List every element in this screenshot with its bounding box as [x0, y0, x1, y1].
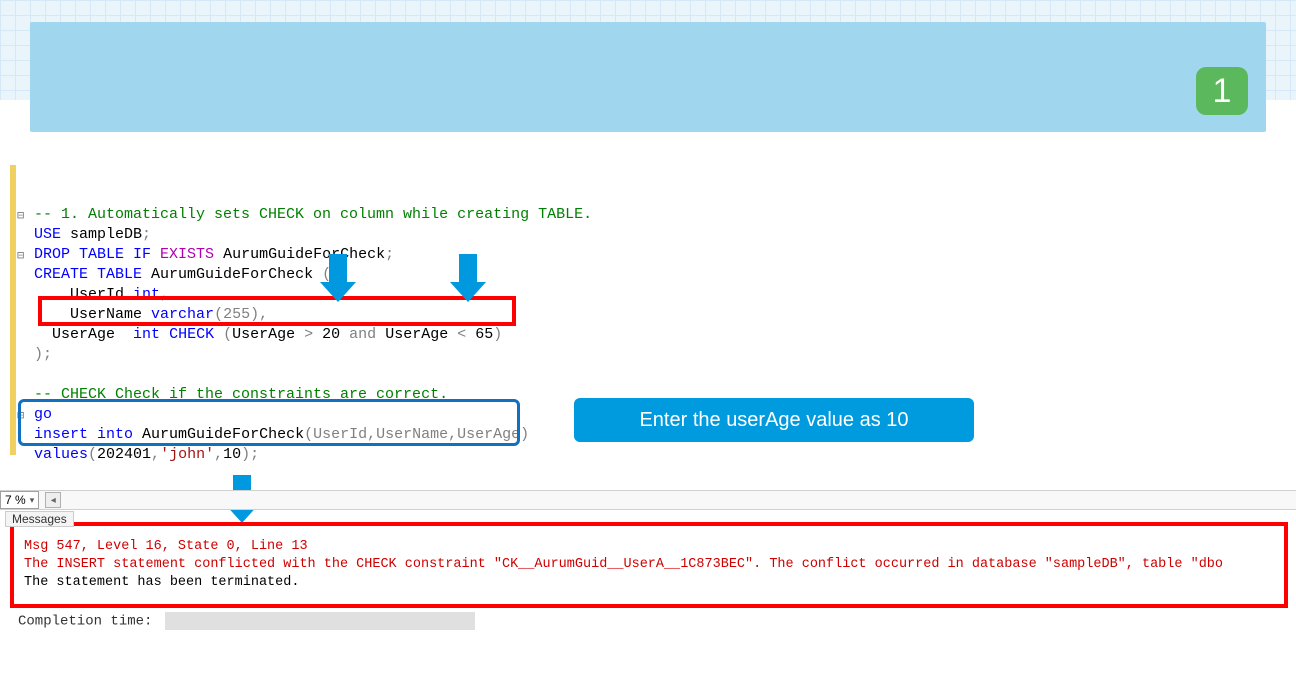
- sql-punct: (: [223, 326, 232, 343]
- sql-punct: ): [493, 326, 502, 343]
- chevron-down-icon: ▾: [30, 495, 35, 506]
- sql-kw-check: CHECK: [169, 326, 214, 343]
- sql-ident: sampleDB: [70, 226, 142, 243]
- error-line-terminated: The statement has been terminated.: [24, 574, 1274, 592]
- sql-punct: ,: [214, 446, 223, 463]
- change-indicator-bar: [10, 165, 16, 455]
- sql-num: 202401: [97, 446, 151, 463]
- error-line-detail: The INSERT statement conflicted with the…: [24, 556, 1274, 574]
- sql-kw-use: USE: [34, 226, 61, 243]
- step-number: 1: [1213, 72, 1232, 111]
- sql-punct: (: [88, 446, 97, 463]
- sql-col: UserAge: [232, 326, 295, 343]
- sql-num: 10: [223, 446, 241, 463]
- editor-footer-row: 7 % ▾ ◂: [0, 490, 1296, 510]
- collapse-marker-icon[interactable]: ⊟: [17, 245, 24, 265]
- sql-string: 'john': [160, 446, 214, 463]
- sql-kw-exists: EXISTS: [160, 246, 214, 263]
- sql-kw-values: values: [34, 446, 88, 463]
- sql-punct: );: [241, 446, 259, 463]
- sql-kw-create: CREATE TABLE: [34, 266, 142, 283]
- sql-ident: AurumGuideForCheck: [151, 266, 313, 283]
- sql-kw-and: and: [340, 326, 385, 343]
- error-line-header: Msg 547, Level 16, State 0, Line 13: [24, 538, 1274, 556]
- sql-num: 20: [322, 326, 340, 343]
- highlight-check-constraint: [38, 296, 516, 326]
- sql-punct: ,: [151, 446, 160, 463]
- highlight-insert-statement: [18, 399, 520, 446]
- step-badge: 1: [1196, 67, 1248, 115]
- header-banner: 1: [30, 22, 1266, 132]
- completion-time-value: [165, 612, 475, 630]
- sql-op: <: [448, 326, 475, 343]
- error-output-panel: Msg 547, Level 16, State 0, Line 13 The …: [10, 522, 1288, 608]
- sql-punct: );: [34, 346, 52, 363]
- zoom-value: 7 %: [5, 493, 26, 507]
- messages-tab[interactable]: Messages: [5, 511, 74, 527]
- scroll-left-button[interactable]: ◂: [45, 492, 61, 508]
- sql-type: int: [133, 326, 160, 343]
- sql-ident: AurumGuideForCheck: [223, 246, 385, 263]
- collapse-marker-icon[interactable]: ⊟: [17, 205, 24, 225]
- completion-time-row: Completion time:: [18, 612, 475, 630]
- callout-text: Enter the userAge value as 10: [639, 409, 908, 431]
- completion-time-label: Completion time:: [18, 614, 152, 630]
- callout-annotation: Enter the userAge value as 10: [574, 398, 974, 442]
- sql-kw-drop: DROP TABLE IF: [34, 246, 151, 263]
- sql-col: UserAge: [385, 326, 448, 343]
- sql-col: UserAge: [52, 326, 115, 343]
- sql-comment: -- 1. Automatically sets CHECK on column…: [34, 206, 592, 223]
- sql-op: >: [295, 326, 322, 343]
- sql-num: 65: [475, 326, 493, 343]
- messages-tab-label: Messages: [12, 512, 67, 526]
- zoom-level-dropdown[interactable]: 7 % ▾: [0, 491, 39, 509]
